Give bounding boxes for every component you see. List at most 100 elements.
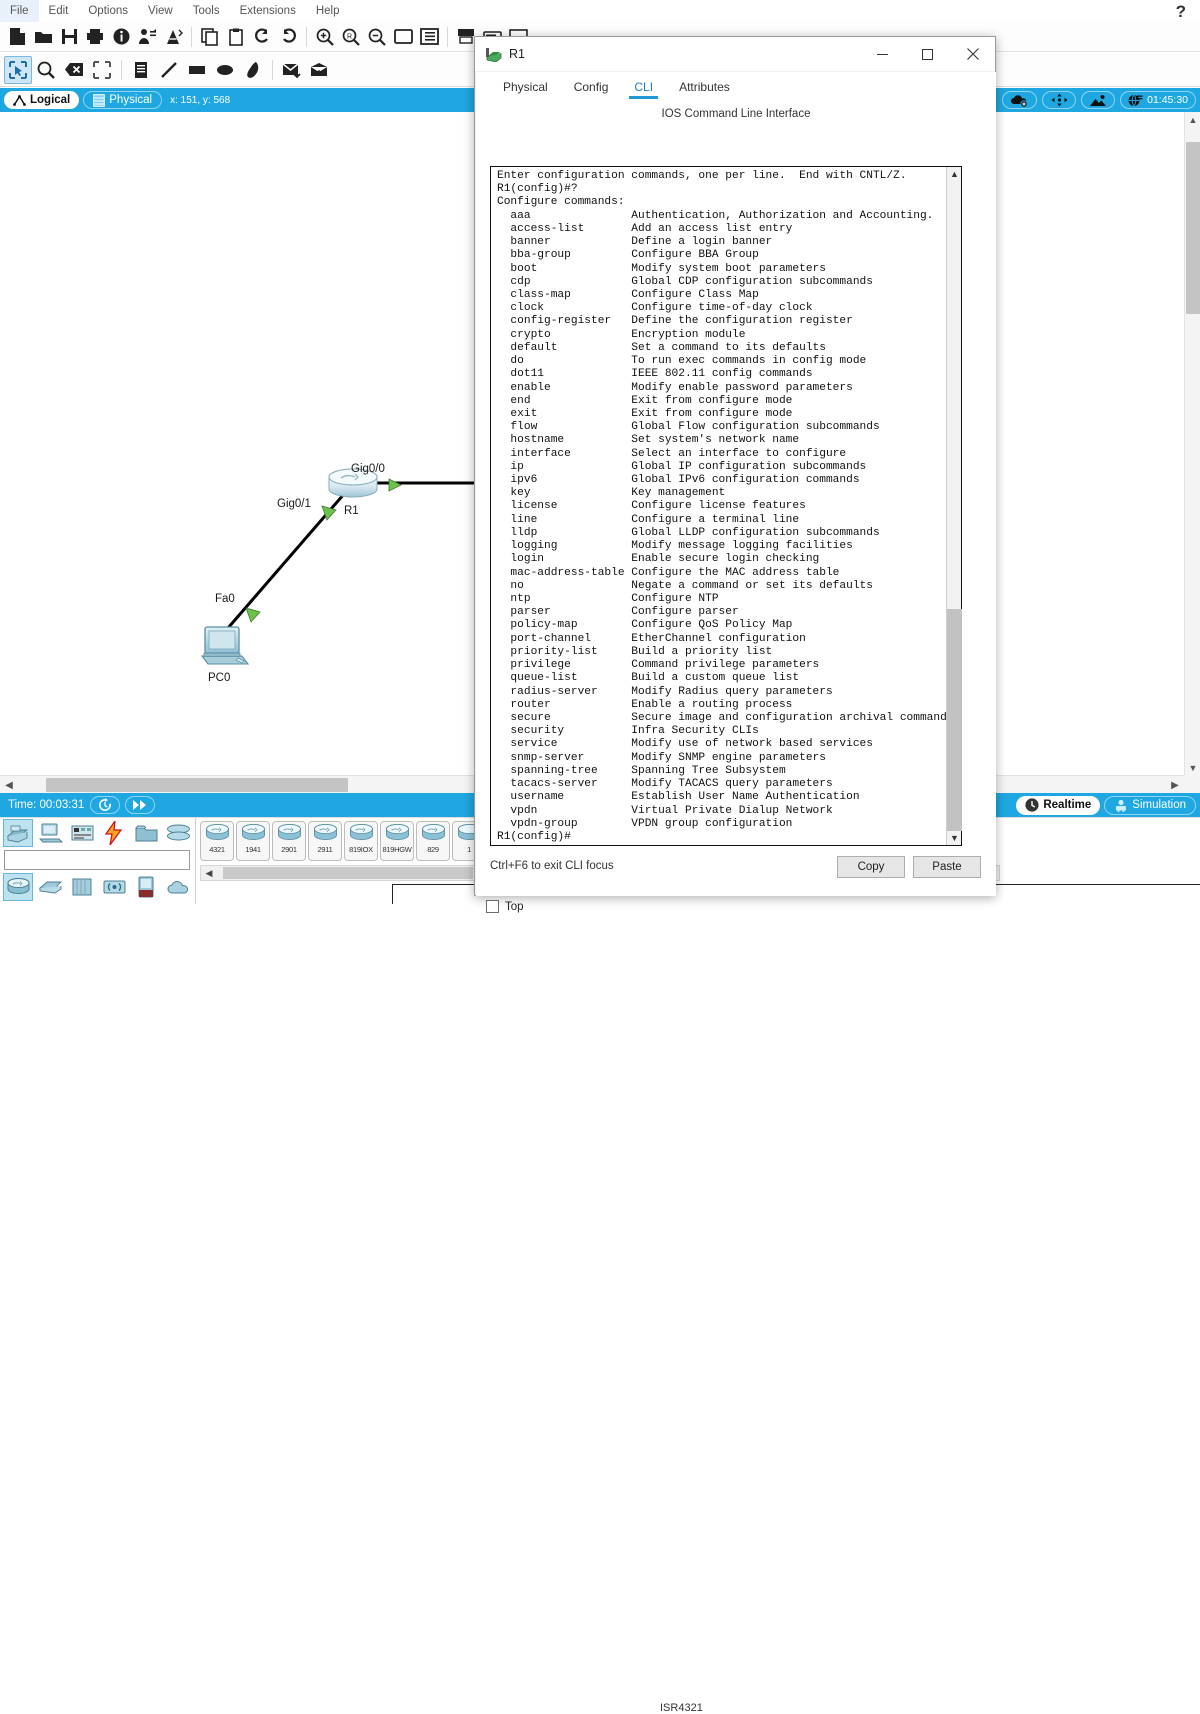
menu-file[interactable]: File [0, 0, 39, 22]
draw-freeform-icon[interactable] [239, 56, 267, 84]
menu-view[interactable]: View [138, 0, 183, 22]
draw-ellipse-icon[interactable] [211, 56, 239, 84]
simulation-mode-button[interactable]: Simulation [1104, 795, 1196, 815]
components-icon[interactable] [68, 820, 96, 846]
device-pc-pc0-icon[interactable] [200, 626, 252, 670]
minimize-icon[interactable] [860, 37, 905, 71]
device-subcategory-row [0, 872, 192, 902]
info-icon[interactable] [108, 24, 134, 50]
cli-scroll-down-icon[interactable]: ▼ [947, 831, 962, 845]
network-devices-icon[interactable] [3, 819, 33, 847]
wireless-devices-icon[interactable] [100, 874, 128, 900]
close-icon[interactable] [950, 37, 995, 71]
resize-shape-icon[interactable] [88, 56, 116, 84]
top-checkbox[interactable] [486, 900, 499, 913]
device-model-1941[interactable]: 1941 [236, 821, 270, 861]
end-devices-icon[interactable] [36, 820, 64, 846]
horizontal-scroll-thumb[interactable] [46, 778, 348, 792]
device-search-input[interactable] [4, 850, 190, 870]
delete-icon[interactable] [60, 56, 88, 84]
maximize-icon[interactable] [905, 37, 950, 71]
vertical-scroll-thumb[interactable] [1186, 142, 1200, 314]
zoom-in-icon[interactable] [312, 24, 338, 50]
menu-edit[interactable]: Edit [39, 0, 79, 22]
canvas-vertical-scrollbar[interactable]: ▲ ▼ [1184, 112, 1200, 775]
inspect-icon[interactable] [32, 56, 60, 84]
help-question-icon[interactable]: ? [1176, 2, 1186, 22]
palette-window-icon[interactable] [390, 24, 416, 50]
device-model-819hgw[interactable]: 819HGW [380, 821, 414, 861]
fast-forward-icon[interactable] [125, 796, 156, 814]
physical-label: Physical [109, 94, 153, 106]
zoom-out-icon[interactable] [364, 24, 390, 50]
open-folder-icon[interactable] [30, 24, 56, 50]
new-cluster-icon[interactable] [1002, 91, 1038, 109]
send-complex-pdu-icon[interactable] [306, 56, 334, 84]
paste-button[interactable]: Paste [913, 856, 981, 878]
send-simple-pdu-icon[interactable] [278, 56, 306, 84]
redo-icon[interactable] [275, 24, 301, 50]
physical-view-button[interactable]: Physical [83, 91, 163, 109]
device-model-4321[interactable]: 4321 [200, 821, 234, 861]
logical-view-button[interactable]: Logical [4, 91, 80, 109]
scroll-up-icon[interactable]: ▲ [1185, 112, 1200, 127]
menu-help[interactable]: Help [306, 0, 350, 22]
viewport-icon[interactable]: 01:45:30 [1120, 91, 1196, 109]
undo-icon[interactable] [249, 24, 275, 50]
print-icon[interactable] [82, 24, 108, 50]
svg-text:R: R [347, 33, 352, 40]
activity-wizard-icon[interactable] [134, 24, 160, 50]
reset-simulation-icon[interactable] [90, 796, 121, 814]
menu-tools[interactable]: Tools [183, 0, 230, 22]
toolbar-divider [121, 59, 122, 80]
menu-extensions[interactable]: Extensions [230, 0, 306, 22]
cli-scrollbar[interactable]: ▲ ▼ [946, 167, 962, 845]
device-model-2911[interactable]: 2911 [308, 821, 342, 861]
tab-cli[interactable]: CLI [621, 74, 666, 100]
scroll-right-icon[interactable]: ▶ [1166, 776, 1184, 794]
custom-devices-icon[interactable] [416, 24, 442, 50]
paste-icon[interactable] [223, 24, 249, 50]
device-model-819iox[interactable]: 819IOX [344, 821, 378, 861]
cli-terminal-output[interactable]: Enter configuration commands, one per li… [492, 168, 947, 844]
wan-emulation-icon[interactable] [132, 874, 160, 900]
hubs-icon[interactable] [68, 874, 96, 900]
copy-button[interactable]: Copy [837, 856, 905, 878]
select-icon[interactable] [4, 55, 32, 84]
zoom-reset-icon[interactable]: R [338, 24, 364, 50]
tab-attributes[interactable]: Attributes [666, 74, 743, 100]
menu-bar: File Edit Options View Tools Extensions … [0, 0, 1200, 23]
device-model-829[interactable]: 829 [416, 821, 450, 861]
cloud-icon[interactable] [164, 874, 192, 900]
copy-icon[interactable] [197, 24, 223, 50]
menu-options[interactable]: Options [78, 0, 138, 22]
network-protocol-icon[interactable] [160, 24, 186, 50]
scroll-down-icon[interactable]: ▼ [1185, 760, 1200, 775]
tab-config[interactable]: Config [561, 74, 622, 100]
model-scroll-left-icon[interactable]: ◀ [201, 866, 217, 880]
connections-icon[interactable] [100, 820, 128, 846]
realtime-mode-button[interactable]: Realtime [1016, 795, 1101, 815]
set-tiled-background-icon[interactable] [1081, 91, 1116, 109]
note-icon[interactable] [127, 56, 155, 84]
always-on-top-row[interactable]: Top [486, 900, 524, 913]
cli-scroll-up-icon[interactable]: ▲ [947, 167, 962, 181]
r1-device-dialog: R1 Physical Config CLI Attributes IOS Co… [474, 36, 996, 913]
save-icon[interactable] [56, 24, 82, 50]
move-object-icon[interactable] [1042, 91, 1077, 109]
draw-rectangle-icon[interactable] [183, 56, 211, 84]
multiuser-connection-icon[interactable] [164, 820, 192, 846]
miscellaneous-icon[interactable] [132, 820, 160, 846]
device-model-2901[interactable]: 2901 [272, 821, 306, 861]
model-scroll-thumb[interactable] [223, 867, 473, 879]
new-file-icon[interactable] [4, 24, 30, 50]
cli-scroll-thumb[interactable] [947, 609, 962, 831]
switches-icon[interactable] [36, 874, 64, 900]
cli-terminal-container[interactable]: Enter configuration commands, one per li… [490, 166, 962, 846]
tab-physical[interactable]: Physical [490, 74, 561, 100]
device-label-r1: R1 [344, 505, 359, 517]
draw-line-icon[interactable] [155, 56, 183, 84]
dialog-title-bar[interactable]: R1 [475, 37, 995, 71]
routers-icon[interactable] [3, 873, 33, 901]
scroll-left-icon[interactable]: ◀ [0, 776, 18, 794]
